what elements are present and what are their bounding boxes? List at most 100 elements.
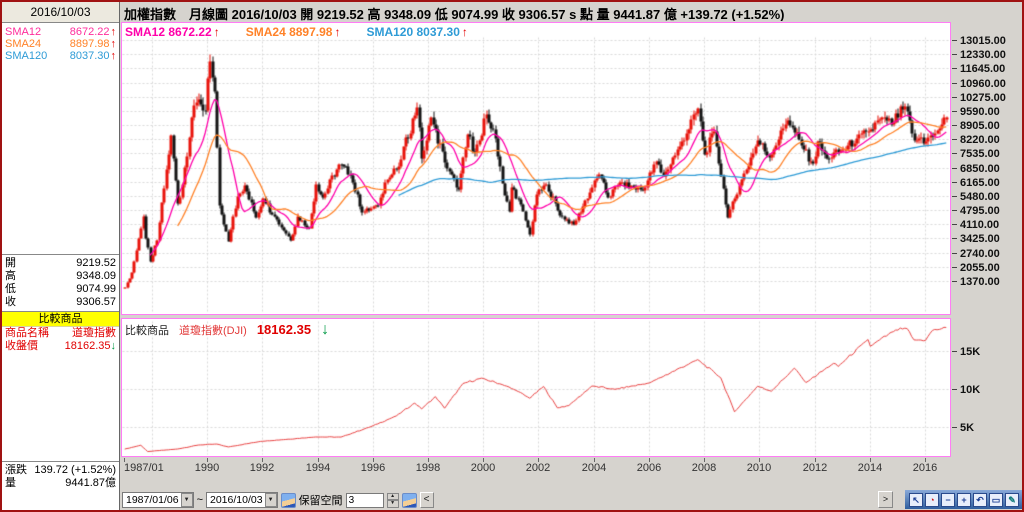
change-row: 漲跌 139.72 (+1.52%) — [5, 464, 116, 476]
compare-caption-value: 18162.35 — [256, 322, 312, 337]
price-tick-label: 3425.00 — [952, 233, 1000, 246]
price-tick-label: 12330.00 — [952, 49, 1006, 62]
time-tick-label: 1998 — [415, 462, 441, 474]
chevron-down-icon[interactable]: ▼ — [180, 493, 193, 507]
down-arrow-icon: ↓ — [110, 340, 117, 352]
end-date-value: 2016/10/03 — [210, 494, 263, 506]
up-arrow-icon: ↑ — [110, 26, 117, 38]
time-tick-label: 2006 — [636, 462, 662, 474]
pencil-icon[interactable]: ✎ — [1005, 492, 1019, 507]
open-row: 開 9219.52 — [5, 257, 116, 269]
price-tick-label: 6850.00 — [952, 162, 1000, 175]
compare-close-row: 收盤價 18162.35↓ — [5, 340, 117, 352]
legend-sma24: SMA24 8897.98 — [245, 25, 333, 39]
date-range-tilde: ~ — [196, 494, 203, 506]
compare-caption-name: 道瓊指數(DJI) — [179, 325, 247, 337]
main-chart-canvas[interactable] — [122, 23, 950, 314]
legend-sma120: SMA120 8037.30 — [366, 25, 460, 39]
compare-name-row: 商品名稱 道瓊指數 — [5, 327, 116, 339]
sma120-label: SMA120 — [5, 50, 48, 62]
close-row: 收 9306.57 — [5, 296, 116, 308]
up-arrow-icon: ↑ — [461, 25, 468, 39]
price-tick-label: 10960.00 — [952, 77, 1006, 90]
time-tick-label: 2012 — [802, 462, 828, 474]
price-tick-label: 11645.00 — [951, 63, 1006, 76]
time-tick-label: 2008 — [691, 462, 717, 474]
zoom-in-icon[interactable]: + — [957, 492, 971, 507]
high-row: 高 9348.09 — [5, 270, 116, 282]
time-tick-label: 2014 — [857, 462, 883, 474]
reserve-space-stepper[interactable]: ▲ ▼ — [386, 492, 399, 508]
chevron-down-icon[interactable]: ▼ — [264, 493, 277, 507]
sma12-row: SMA12 8672.22 ↑ — [2, 26, 119, 38]
time-tick-label: 2010 — [746, 462, 772, 474]
cursor-icon[interactable]: ↖ — [909, 492, 923, 507]
start-date-combobox[interactable]: 1987/01/06 ▼ — [122, 492, 194, 508]
time-tick-label: 1994 — [305, 462, 331, 474]
quote-header: 加權指數 月線圖 2016/10/03 開 9219.52 高 9348.09 … — [124, 7, 785, 21]
price-tick-label: 10K — [951, 384, 981, 396]
time-tick-label: 2000 — [470, 462, 496, 474]
hand-pointer-icon[interactable] — [401, 492, 417, 508]
status-bar: 1987/01/06 ▼ ~ 2016/10/03 ▼ 保留空間 ▲ ▼ < — [122, 491, 434, 509]
price-tick-label: 5K — [951, 422, 975, 434]
price-tick-label: 13015.00 — [952, 35, 1006, 47]
down-arrow-icon: ↓ — [321, 321, 330, 338]
back-button[interactable]: < — [419, 492, 434, 508]
hand-pointer-icon[interactable] — [280, 492, 296, 508]
end-date-combobox[interactable]: 2016/10/03 ▼ — [206, 492, 278, 508]
time-tick-label: 1992 — [249, 462, 275, 474]
price-tick-label: 4110.00 — [951, 219, 1000, 232]
sidebar: 2016/10/03 SMA12 8672.22 ↑ SMA24 8897.98 ↑… — [2, 2, 120, 510]
price-tick-label: 2055.00 — [952, 261, 1000, 274]
up-arrow-icon: ↑ — [334, 25, 341, 39]
compare-block: 比較商品 商品名稱 道瓊指數 收盤價 18162.35↓ — [2, 311, 119, 353]
price-tick-label: 8220.00 — [952, 134, 1000, 147]
price-tick-label: 7535.00 — [952, 148, 1000, 161]
time-tick-label: 2002 — [525, 462, 551, 474]
reserve-space-label: 保留空間 — [298, 495, 343, 507]
time-tick-label: 2004 — [581, 462, 607, 474]
price-tick-label: 6165.00 — [952, 176, 1000, 189]
frame-icon[interactable]: ▭ — [989, 492, 1003, 507]
time-tick-label: 1990 — [194, 462, 220, 474]
compare-caption-label: 比較商品 — [125, 325, 169, 337]
sma-values-block: SMA12 8672.22 ↑ SMA24 8897.98 ↑ SMA120 803… — [2, 26, 119, 62]
spin-down-icon[interactable]: ▼ — [386, 500, 399, 508]
clock-icon[interactable]: ◔ — [925, 492, 939, 507]
ohlc-block: 開 9219.52 高 9348.09 低 9074.99 收 9306.57 — [2, 254, 119, 309]
time-axis: 1987/01 1990 1992 1994 1996 1998 2000 2002 2004 2… — [121, 458, 951, 474]
legend-sma12: SMA12 8672.22 — [125, 25, 212, 39]
price-tick-label: 1370.00 — [952, 276, 1000, 288]
spin-up-icon[interactable]: ▲ — [386, 492, 399, 500]
price-tick-label: 5480.00 — [952, 190, 1000, 203]
drawing-toolbar: ↖ ◔ − + ↶ ▭ ✎ — [905, 490, 1022, 509]
compare-chart-canvas[interactable] — [122, 319, 950, 456]
up-arrow-icon: ↑ — [110, 50, 117, 62]
price-tick-label: 2740.00 — [952, 247, 1000, 260]
sidebar-date-box: 2016/10/03 — [2, 2, 119, 23]
sma12-label: SMA12 — [5, 26, 42, 38]
sma-legend: SMA12 8672.22 ↑ SMA24 8897.98 ↑ SMA120 803… — [125, 25, 468, 39]
stock-app-window: 2016/10/03 SMA12 8672.22 ↑ SMA24 8897.98 ↑… — [0, 0, 1024, 512]
time-tick-label: 2016 — [912, 462, 938, 474]
sma24-value: 8897.98 — [69, 38, 110, 50]
up-arrow-icon: ↑ — [213, 25, 220, 39]
sidebar-date: 2016/10/03 — [30, 5, 91, 19]
scroll-right-button[interactable]: > — [878, 491, 893, 508]
main-chart-panel: SMA12 8672.22 ↑ SMA24 8897.98 ↑ SMA120 803… — [121, 22, 951, 315]
price-tick-label: 8905.00 — [952, 120, 1000, 133]
reserve-space-input[interactable] — [345, 492, 384, 508]
main-price-axis: 13015.00 12330.00 11645.00 10960.00 10275.00… — [951, 22, 1022, 315]
up-arrow-icon: ↑ — [110, 38, 117, 50]
low-row: 低 9074.99 — [5, 283, 116, 295]
zoom-out-icon[interactable]: − — [941, 492, 955, 507]
compare-header: 比較商品 — [2, 312, 119, 327]
sma24-label: SMA24 — [5, 38, 42, 50]
sma120-row: SMA120 8037.30 ↑ — [2, 50, 119, 62]
start-date-value: 1987/01/06 — [126, 494, 179, 506]
sma120-value: 8037.30 — [69, 50, 110, 62]
undo-icon[interactable]: ↶ — [973, 492, 987, 507]
sma12-value: 8672.22 — [69, 26, 110, 38]
price-tick-label: 4795.00 — [952, 205, 1000, 218]
